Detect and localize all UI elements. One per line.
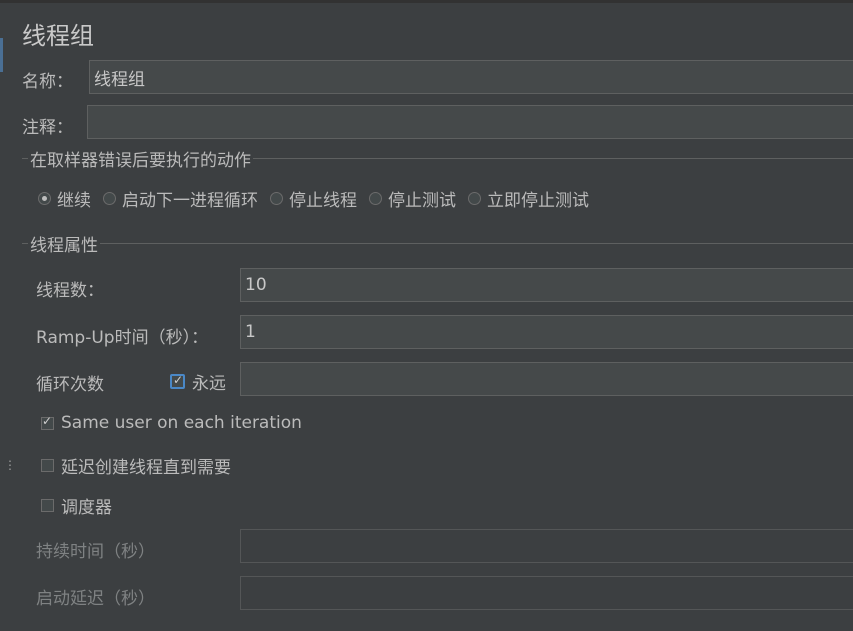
radio-selected-icon[interactable]	[38, 192, 51, 205]
scheduler-checkbox[interactable]: 调度器	[41, 493, 112, 518]
num-threads-value: 10	[245, 275, 267, 295]
num-threads-label: 线程数：	[36, 281, 104, 301]
ramp-up-label: Ramp-Up时间（秒）：	[36, 328, 209, 348]
startup-delay-label: 启动延迟（秒）	[36, 589, 155, 609]
tree-selection-accent	[0, 38, 3, 72]
name-field-value: 线程组	[94, 69, 145, 90]
error-action-title: 在取样器错误后要执行的动作	[30, 150, 251, 171]
duration-label: 持续时间（秒）	[36, 542, 155, 562]
error-action-section: 在取样器错误后要执行的动作	[22, 148, 853, 171]
loop-count-label: 循环次数	[36, 375, 104, 395]
delay-create-label: 延迟创建线程直到需要	[61, 458, 231, 478]
radio-label: 继续	[57, 191, 91, 211]
delay-create-checkbox[interactable]: 延迟创建线程直到需要	[41, 453, 231, 478]
radio-label: 启动下一进程循环	[122, 191, 258, 211]
loop-count-input[interactable]	[240, 362, 853, 396]
splitter-handle-icon[interactable]: ⋮	[4, 459, 16, 471]
checkbox-checked-icon[interactable]	[170, 373, 185, 389]
checkbox-checked-icon[interactable]	[41, 414, 54, 430]
radio-stop-test[interactable]: 停止测试	[369, 186, 456, 211]
radio-icon[interactable]	[369, 192, 382, 205]
forever-checkbox[interactable]: 永远	[170, 369, 226, 394]
same-user-label: Same user on each iteration	[61, 413, 302, 433]
scheduler-label: 调度器	[61, 498, 112, 518]
name-label: 名称：	[22, 72, 73, 92]
radio-label: 停止测试	[388, 191, 456, 211]
checkbox-icon[interactable]	[41, 499, 54, 512]
radio-icon[interactable]	[103, 192, 116, 205]
same-user-checkbox[interactable]: Same user on each iteration	[41, 413, 302, 433]
radio-icon[interactable]	[270, 192, 283, 205]
page-title: 线程组	[22, 22, 94, 50]
startup-delay-input[interactable]	[240, 576, 853, 610]
comment-label: 注释：	[22, 118, 73, 138]
radio-stop-thread[interactable]: 停止线程	[270, 186, 357, 211]
radio-start-next-loop[interactable]: 启动下一进程循环	[103, 186, 258, 211]
radio-stop-test-now[interactable]: 立即停止测试	[468, 186, 589, 211]
duration-input[interactable]	[240, 529, 853, 563]
top-border	[0, 0, 853, 3]
comment-field[interactable]	[87, 105, 853, 139]
thread-props-section: 线程属性	[22, 233, 853, 256]
num-threads-input[interactable]: 10	[240, 268, 853, 302]
name-field[interactable]: 线程组	[89, 60, 853, 94]
ramp-up-input[interactable]: 1	[240, 315, 853, 349]
thread-props-title: 线程属性	[30, 235, 98, 256]
ramp-up-value: 1	[245, 322, 256, 342]
error-action-radio-group: 继续 启动下一进程循环 停止线程 停止测试 立即停止测试	[38, 186, 601, 211]
forever-label: 永远	[192, 374, 226, 394]
radio-label: 立即停止测试	[487, 191, 589, 211]
radio-continue[interactable]: 继续	[38, 186, 91, 211]
radio-icon[interactable]	[468, 192, 481, 205]
radio-label: 停止线程	[289, 191, 357, 211]
checkbox-icon[interactable]	[41, 459, 54, 472]
